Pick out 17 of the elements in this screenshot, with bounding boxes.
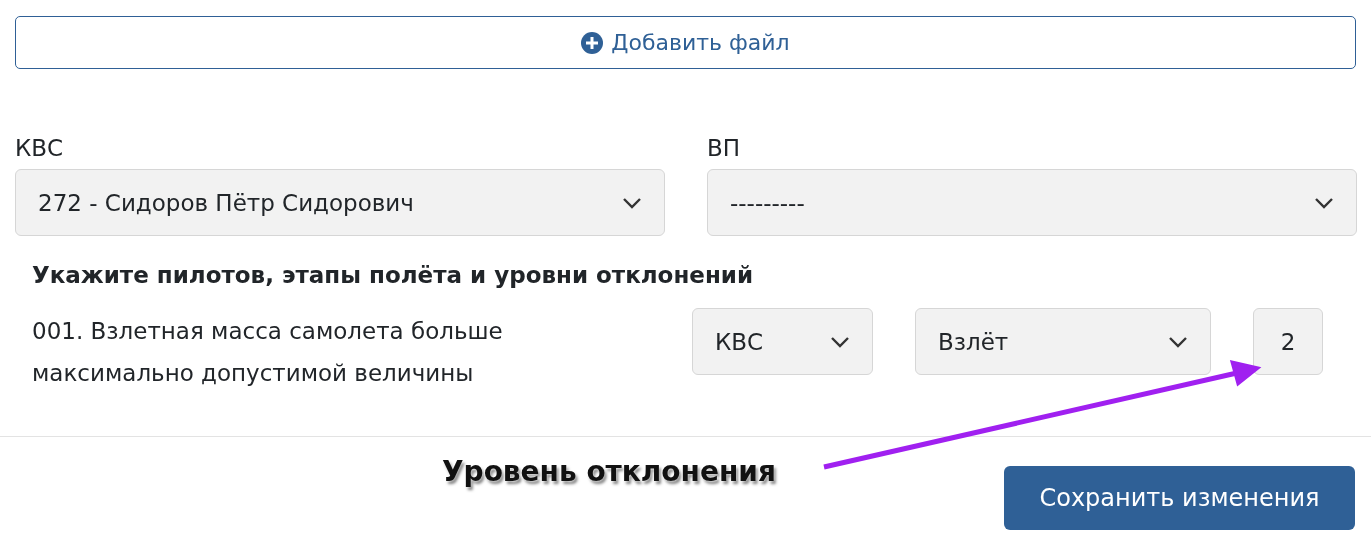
field-label: ВП: [707, 135, 742, 161]
annotation-text: Уровень отклонения: [442, 455, 776, 488]
pilot-select[interactable]: ---------: [707, 169, 1357, 236]
pilot-select[interactable]: 272 - Сидоров Пётр Сидорович: [15, 169, 665, 236]
pilot-select[interactable]: КВС: [692, 308, 873, 375]
save-button[interactable]: Сохранить изменения: [1004, 466, 1355, 530]
level-field[interactable]: 2: [1253, 308, 1323, 375]
section-heading: Укажите пилотов, этапы полёта и уровни отклонений: [32, 262, 755, 288]
chevron-down-icon: [1314, 196, 1334, 209]
plus-circle-icon: [581, 31, 604, 54]
chevron-down-icon: [622, 196, 642, 209]
chevron-down-icon: [1168, 335, 1188, 348]
field-label: КВС: [15, 135, 65, 161]
add-file-button[interactable]: Добавить файл: [15, 16, 1356, 69]
stage-select[interactable]: Взлёт: [915, 308, 1211, 375]
chevron-down-icon: [830, 335, 850, 348]
deviation-text: 001. Взлетная масса самолета больше максимально допустимой величины: [32, 317, 504, 388]
